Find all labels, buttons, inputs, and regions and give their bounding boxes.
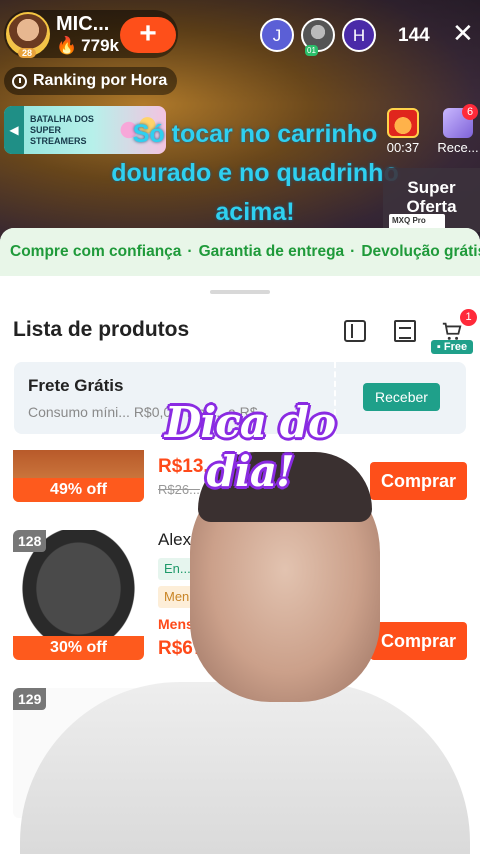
golden-cart-timer[interactable]: 00:37 [383,108,423,155]
viewer-avatar[interactable]: J [260,18,294,52]
truck-icon: ▪ [436,341,441,353]
host-likes: 🔥 779k [56,36,119,55]
stream-overlay-text: Só tocar no carrinho dourado e no quadri… [111,120,399,226]
cart-icon[interactable] [441,320,463,342]
receive-gift[interactable]: 6 Rece... [436,104,480,155]
ranking-label: Ranking por Hora [33,72,168,89]
trust-item: Devolução grátis [361,243,480,260]
close-icon[interactable]: ✕ [452,18,474,48]
coupon-icon[interactable] [344,320,366,342]
clock-icon [12,73,27,89]
presenter-overlay [20,452,470,854]
chevron-left-icon: ◀ [4,106,24,154]
orders-icon[interactable] [394,320,416,342]
presenter-body [20,682,470,854]
timer-value: 00:37 [386,140,420,155]
super-oferta-card[interactable]: Super Oferta MXQ Pro [383,168,480,232]
host-avatar[interactable]: 28 [6,12,50,58]
flame-icon: 🔥 [56,36,78,55]
shopping-bag-icon [387,108,419,138]
tip-caption: Dica do dia! [164,398,336,496]
trust-bar[interactable]: Compre com confiança · Garantia de entre… [0,228,480,276]
gift-badge: 6 [462,104,478,120]
viewer-badge: 01 [305,45,318,56]
viewer-avatar[interactable]: 01 [301,18,335,56]
page-title: Lista de produtos [13,318,190,341]
free-shipping-tag: ▪ Free [431,340,473,354]
cart-badge: 1 [460,309,477,326]
super-oferta-label: Super Oferta [406,178,457,216]
gift-label: Rece... [437,140,479,155]
batalha-label: BATALHA DOS SUPER STREAMERS [30,113,94,146]
ranking-button[interactable]: Ranking por Hora [4,67,178,95]
trust-item: Garantia de entrega [198,243,345,260]
follow-button[interactable]: + [120,17,176,53]
trust-item: Compre com confiança [10,243,182,260]
host-name: MIC... [56,13,110,35]
coupon-title: Frete Grátis [28,376,124,395]
host-level-badge: 28 [18,48,37,58]
viewer-count[interactable]: 144 [398,25,430,47]
sheet-drag-handle[interactable] [210,290,270,294]
viewer-avatar[interactable]: H [342,18,376,52]
